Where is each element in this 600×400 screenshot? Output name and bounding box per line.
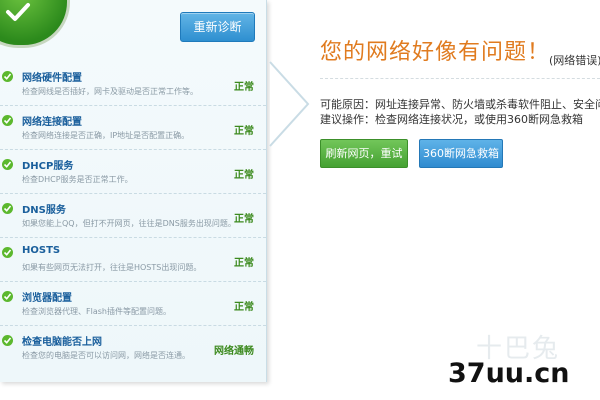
- check-ok-icon: [2, 203, 13, 214]
- check-item-hardware: 网络硬件配置 检查网线是否插好，网卡及驱动是否正常工作等。 正常: [0, 62, 266, 106]
- check-item-desc: 如果有些网页无法打开，往往是HOSTS出现问题。: [22, 263, 202, 272]
- check-item-desc: 检查网络连接是否正确，IP地址是否配置正确。: [22, 131, 190, 140]
- check-item-title: 浏览器配置: [22, 293, 72, 304]
- check-item-title: 网络连接配置: [22, 117, 82, 128]
- check-item-title: DHCP服务: [22, 161, 74, 172]
- refresh-retry-button[interactable]: 刷新网页，重试: [320, 139, 408, 168]
- check-item-connection: 网络连接配置 检查网络连接是否正确，IP地址是否配置正确。 正常: [0, 106, 266, 150]
- check-item-dhcp: DHCP服务 检查DHCP服务是否正常工作。 正常: [0, 150, 266, 194]
- check-ok-icon: [2, 115, 13, 126]
- check-item-status: 正常: [234, 126, 254, 137]
- check-item-status: 正常: [234, 170, 254, 181]
- check-item-title: DNS服务: [22, 205, 66, 216]
- possible-reason-text: 可能原因：网址连接异常、防火墙或杀毒软件阻止、安全问题: [320, 98, 600, 111]
- check-item-status: 网络通畅: [214, 346, 254, 357]
- check-item-browser: 浏览器配置 检查浏览器代理、Flash插件等配置问题。 正常: [0, 282, 266, 326]
- check-ok-icon: [2, 291, 13, 302]
- rediagnose-button[interactable]: 重新诊断: [180, 12, 255, 42]
- diagnosis-panel: 重新诊断 网络硬件配置 检查网线是否插好，网卡及驱动是否正常工作等。 正常 网络…: [0, 0, 267, 382]
- check-item-title: 网络硬件配置: [22, 73, 82, 84]
- check-ok-icon: [2, 247, 13, 258]
- check-item-desc: 检查网线是否插好，网卡及驱动是否正常工作等。: [22, 87, 198, 96]
- watermark-site: 37uu.cn: [448, 358, 570, 389]
- check-item-status: 正常: [234, 82, 254, 93]
- check-item-title: HOSTS: [22, 245, 61, 256]
- check-item-status: 正常: [234, 302, 254, 313]
- check-ok-icon: [2, 335, 13, 346]
- network-rescue-button[interactable]: 360断网急救箱: [419, 139, 503, 168]
- page-title: 您的网络好像有问题！: [320, 40, 551, 65]
- divider: [320, 78, 600, 79]
- check-item-dns: DNS服务 如果您能上QQ，但打不开网页，往往是DNS服务出现问题。 正常: [0, 194, 266, 238]
- check-ok-icon: [2, 71, 13, 82]
- check-list: 网络硬件配置 检查网线是否插好，网卡及驱动是否正常工作等。 正常 网络连接配置 …: [0, 62, 266, 369]
- advice-text: 建议操作：检查网络连接状况，或使用360断网急救箱: [320, 113, 583, 126]
- check-ok-icon: [2, 159, 13, 170]
- check-item-desc: 如果您能上QQ，但打不开网页，往往是DNS服务出现问题。: [22, 219, 236, 228]
- error-tag: (网络错误): [549, 54, 600, 67]
- check-item-status: 正常: [234, 258, 254, 269]
- check-item-desc: 检查您的电脑是否可以访问网，网络是否连通。: [22, 351, 190, 360]
- pointer-arrow-icon: [269, 61, 310, 147]
- check-item-internet: 检查电脑能否上网 检查您的电脑是否可以访问网，网络是否连通。 网络通畅: [0, 326, 266, 369]
- check-item-hosts: HOSTS 如果有些网页无法打开，往往是HOSTS出现问题。 正常: [0, 238, 266, 282]
- check-item-desc: 检查浏览器代理、Flash插件等配置问题。: [22, 307, 171, 316]
- check-item-title: 检查电脑能否上网: [22, 337, 102, 348]
- shield-check-icon: [0, 0, 70, 48]
- check-item-status: 正常: [234, 214, 254, 225]
- check-item-desc: 检查DHCP服务是否正常工作。: [22, 175, 133, 184]
